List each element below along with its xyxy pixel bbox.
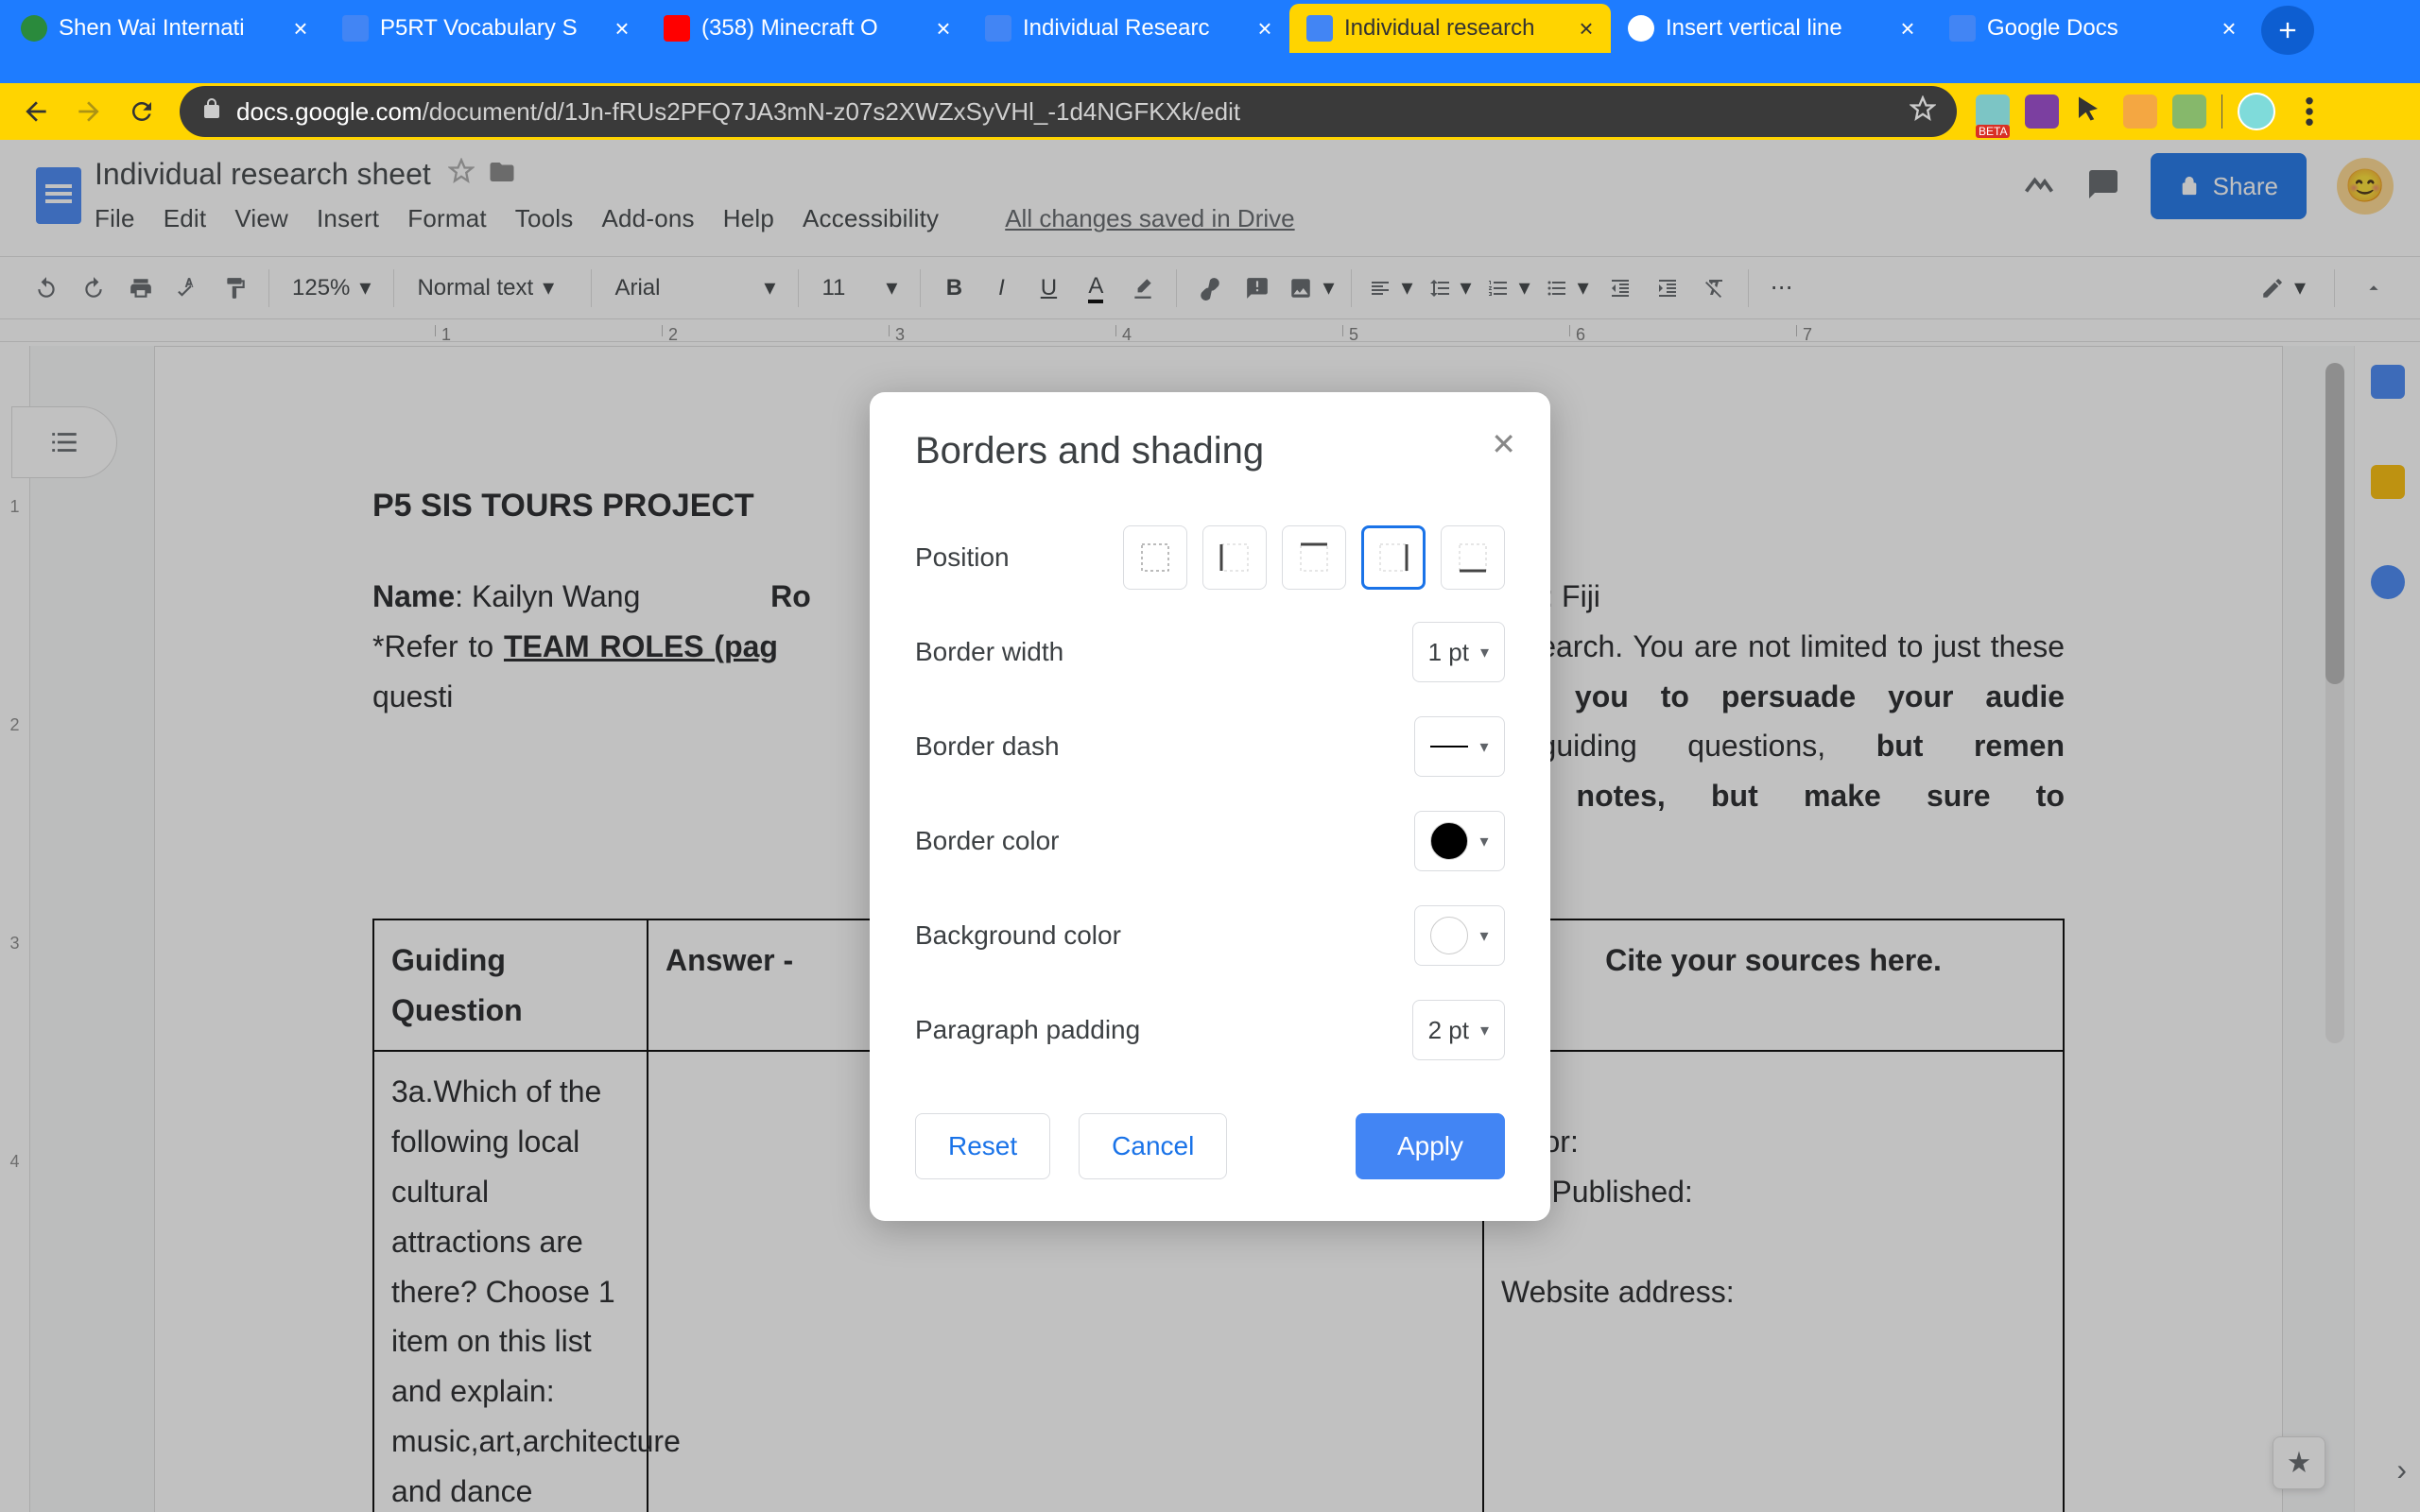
docs-favicon <box>342 15 369 42</box>
border-dash-label: Border dash <box>915 731 1060 762</box>
position-top-button[interactable] <box>1282 525 1346 590</box>
padding-label: Paragraph padding <box>915 1015 1140 1045</box>
border-width-dropdown[interactable]: 1 pt▾ <box>1412 622 1505 682</box>
tab-title: Shen Wai Internati <box>59 15 282 42</box>
position-right-button[interactable] <box>1361 525 1426 590</box>
color-swatch <box>1430 917 1468 954</box>
ext-beta-icon[interactable]: BETA <box>1976 94 2010 129</box>
apply-button[interactable]: Apply <box>1356 1113 1505 1179</box>
close-icon[interactable]: × <box>1252 15 1278 42</box>
border-color-label: Border color <box>915 826 1060 856</box>
ext-purple-icon[interactable] <box>2025 94 2059 129</box>
tab-6[interactable]: Insert vertical line × <box>1611 4 1932 53</box>
tab-title: (358) Minecraft O <box>701 15 925 42</box>
separator <box>2221 94 2222 129</box>
padding-value: 2 pt <box>1428 1016 1469 1045</box>
dialog-title: Borders and shading <box>915 430 1505 472</box>
close-icon[interactable]: × <box>609 15 635 42</box>
docs-favicon <box>1949 15 1976 42</box>
back-button[interactable] <box>9 89 62 134</box>
tab-title: Google Docs <box>1987 15 2210 42</box>
google-favicon <box>1628 15 1654 42</box>
tab-5-active[interactable]: Individual research × <box>1289 4 1611 53</box>
new-tab-button[interactable] <box>2261 6 2314 55</box>
padding-dropdown[interactable]: 2 pt▾ <box>1412 1000 1505 1060</box>
url-bar: docs.google.com/document/d/1Jn-fRUs2PFQ7… <box>0 83 2420 140</box>
dash-preview <box>1430 746 1468 747</box>
extensions: BETA <box>1976 93 2328 130</box>
youtube-favicon <box>664 15 690 42</box>
profile-avatar[interactable] <box>2238 93 2275 130</box>
forward-button[interactable] <box>62 89 115 134</box>
chrome-menu-button[interactable] <box>2290 97 2328 126</box>
border-width-value: 1 pt <box>1428 638 1469 667</box>
cancel-button[interactable]: Cancel <box>1079 1113 1227 1179</box>
position-label: Position <box>915 542 1010 573</box>
color-swatch <box>1430 822 1468 860</box>
contacts-favicon <box>985 15 1011 42</box>
ext-cursor-icon[interactable] <box>2074 94 2108 129</box>
tab-4[interactable]: Individual Researc × <box>968 4 1289 53</box>
url-field[interactable]: docs.google.com/document/d/1Jn-fRUs2PFQ7… <box>180 86 1957 137</box>
ext-green-icon[interactable] <box>2172 94 2206 129</box>
tab-3[interactable]: (358) Minecraft O × <box>647 4 968 53</box>
tab-title: Individual research <box>1344 15 1567 42</box>
tab-title: Insert vertical line <box>1666 15 1889 42</box>
tab-2[interactable]: P5RT Vocabulary S × <box>325 4 647 53</box>
tab-strip: Shen Wai Internati × P5RT Vocabulary S ×… <box>0 0 2420 53</box>
browser-chrome: Shen Wai Internati × P5RT Vocabulary S ×… <box>0 0 2420 83</box>
bg-color-label: Background color <box>915 920 1121 951</box>
tab-7[interactable]: Google Docs × <box>1932 4 2254 53</box>
reset-button[interactable]: Reset <box>915 1113 1050 1179</box>
docs-favicon <box>1306 15 1333 42</box>
url-text: docs.google.com/document/d/1Jn-fRUs2PFQ7… <box>236 97 1240 127</box>
close-icon[interactable]: × <box>2216 15 2242 42</box>
border-color-dropdown[interactable]: ▾ <box>1414 811 1505 871</box>
tab-favicon <box>21 15 47 42</box>
close-icon[interactable]: × <box>930 15 957 42</box>
ext-orange-icon[interactable] <box>2123 94 2157 129</box>
close-icon[interactable]: × <box>287 15 314 42</box>
position-bottom-button[interactable] <box>1441 525 1505 590</box>
close-icon[interactable]: × <box>1894 15 1921 42</box>
position-all-button[interactable] <box>1123 525 1187 590</box>
border-dash-dropdown[interactable]: ▾ <box>1414 716 1505 777</box>
star-icon[interactable] <box>1910 95 1936 129</box>
tab-title: P5RT Vocabulary S <box>380 15 603 42</box>
border-width-label: Border width <box>915 637 1063 667</box>
lock-icon <box>200 97 223 127</box>
bg-color-dropdown[interactable]: ▾ <box>1414 905 1505 966</box>
reload-button[interactable] <box>115 89 168 134</box>
tab-title: Individual Researc <box>1023 15 1246 42</box>
position-left-button[interactable] <box>1202 525 1267 590</box>
tab-1[interactable]: Shen Wai Internati × <box>4 4 325 53</box>
url-actions <box>1910 95 1936 129</box>
borders-dialog: Borders and shading ✕ Position Border wi… <box>870 392 1550 1221</box>
close-icon[interactable]: × <box>1573 15 1599 42</box>
close-icon[interactable]: ✕ <box>1491 426 1516 462</box>
